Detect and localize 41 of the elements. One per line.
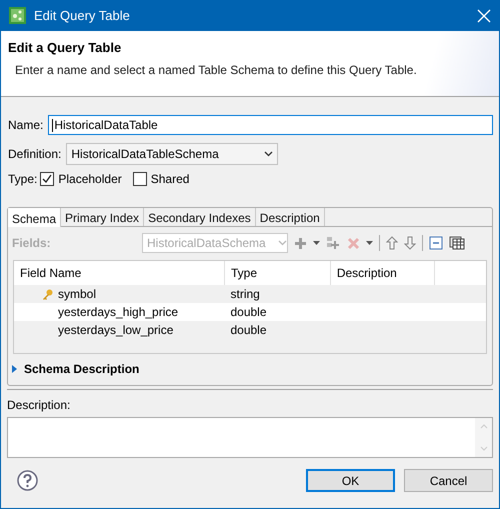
- table-cell-text: string: [229, 286, 261, 303]
- chevron-down-icon: [264, 151, 274, 157]
- app-icon: [9, 7, 26, 24]
- close-icon[interactable]: [477, 8, 491, 22]
- arrow-up-icon[interactable]: [386, 236, 398, 250]
- arrow-down-icon[interactable]: [404, 236, 416, 250]
- table-cell-text: double: [229, 322, 268, 339]
- name-field[interactable]: HistoricalDataTable: [48, 115, 493, 135]
- table-cell: yesterdays_low_price: [58, 323, 174, 337]
- window-title: Edit Query Table: [34, 8, 131, 23]
- dropdown-arrow-icon[interactable]: [366, 241, 373, 245]
- checkbox-label: Shared: [150, 172, 190, 186]
- help-icon[interactable]: [17, 470, 38, 491]
- table-cell: symbol: [58, 287, 96, 301]
- dropdown-arrow-icon[interactable]: [313, 241, 320, 245]
- table-icon[interactable]: [449, 236, 465, 250]
- header-message: Enter a name and select a named Table Schema to define this Query Table.: [15, 63, 418, 77]
- add-icon[interactable]: [294, 236, 307, 250]
- collapse-icon[interactable]: [429, 236, 443, 250]
- section-title[interactable]: Schema Description: [24, 362, 140, 376]
- table-cell: yesterdays_high_price: [58, 305, 178, 319]
- name-label: Name:: [8, 118, 44, 132]
- dialog-button[interactable]: Cancel: [404, 469, 493, 492]
- dialog-button[interactable]: OK: [306, 469, 395, 492]
- insert-row-icon[interactable]: [326, 236, 341, 250]
- checkbox[interactable]: [40, 172, 54, 186]
- description-label: Description:: [7, 398, 72, 412]
- definition-label: Definition:: [8, 147, 62, 161]
- column-header[interactable]: Field Name: [14, 261, 224, 285]
- column-header[interactable]: Description: [330, 261, 435, 285]
- definition-dropdown[interactable]: HistoricalDataTableSchema: [66, 143, 278, 165]
- header-title: Edit a Query Table: [8, 39, 122, 55]
- expand-arrow-icon[interactable]: [12, 365, 18, 373]
- chevron-down-icon: [278, 240, 287, 246]
- type-label: Type:: [8, 172, 38, 186]
- table-cell: double: [224, 303, 330, 321]
- checkbox[interactable]: [132, 172, 147, 186]
- fields-label: Fields:: [12, 236, 52, 250]
- column-header[interactable]: Type: [224, 261, 330, 285]
- checkbox-label: Placeholder: [58, 172, 122, 186]
- tab[interactable]: Schema: [8, 208, 62, 227]
